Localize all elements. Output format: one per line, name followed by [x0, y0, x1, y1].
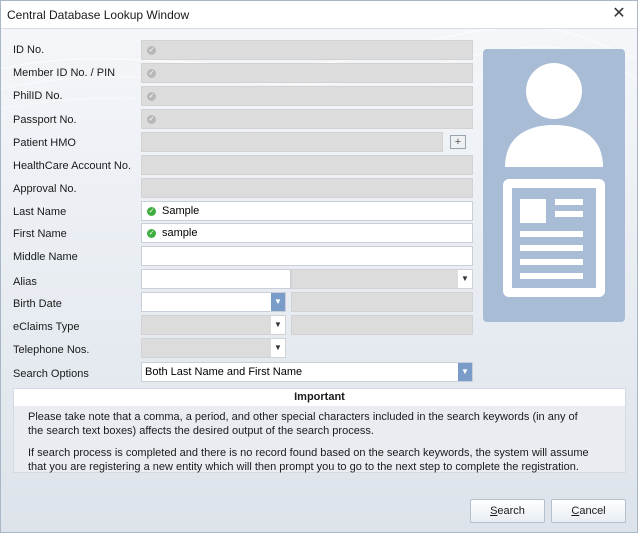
- age-field: [291, 292, 473, 312]
- middle-name-field[interactable]: [141, 246, 473, 266]
- alias-field[interactable]: [141, 269, 291, 289]
- close-icon[interactable]: ✕: [607, 4, 631, 24]
- chevron-down-icon[interactable]: ▼: [458, 363, 472, 381]
- id-no-label: ID No.: [13, 44, 45, 56]
- alias-label: Alias: [13, 276, 37, 288]
- important-notice: Important Please take note that a comma,…: [13, 388, 626, 473]
- chevron-down-icon[interactable]: ▼: [271, 339, 285, 357]
- patient-hmo-label: Patient HMO: [13, 137, 76, 149]
- first-name-label: First Name: [13, 228, 67, 240]
- approval-no-label: Approval No.: [13, 183, 77, 195]
- telephone-dropdown[interactable]: ▼: [141, 338, 286, 358]
- last-name-label: Last Name: [13, 206, 67, 218]
- add-hmo-button[interactable]: +: [450, 135, 466, 149]
- notice-para2-line1: If search process is completed and there…: [28, 447, 589, 459]
- cancel-button[interactable]: Cancel: [551, 499, 626, 523]
- window-title: Central Database Lookup Window: [7, 8, 190, 22]
- last-name-field[interactable]: ✓ Sample: [141, 201, 473, 221]
- first-name-field[interactable]: ✓ sample: [141, 223, 473, 243]
- eclaims-type-label: eClaims Type: [13, 321, 80, 333]
- healthcare-account-label: HealthCare Account No.: [13, 160, 132, 172]
- middle-name-label: Middle Name: [13, 251, 78, 263]
- valid-check-icon: ✓: [147, 229, 156, 238]
- eclaims-extra-field: [291, 315, 473, 335]
- telephone-label: Telephone Nos.: [13, 344, 90, 356]
- search-options-dropdown[interactable]: Both Last Name and First Name ▼: [141, 362, 473, 382]
- person-id-card-icon: [483, 49, 625, 322]
- search-options-label: Search Options: [13, 368, 89, 380]
- plus-icon: +: [454, 136, 462, 148]
- notice-para1-line2: the search text boxes) affects the desir…: [28, 425, 374, 437]
- alias-type-dropdown[interactable]: ▼: [291, 269, 473, 289]
- notice-para1-line1: Please take note that a comma, a period,…: [28, 411, 578, 423]
- notice-para2-line2: that you are registering a new entity wh…: [28, 461, 579, 473]
- philid-label: PhilID No.: [13, 90, 63, 102]
- chevron-down-icon[interactable]: ▼: [271, 293, 285, 311]
- check-icon: ✓: [147, 69, 156, 78]
- birth-date-label: Birth Date: [13, 298, 62, 310]
- lookup-window: Central Database Lookup Window ✕ ID No. …: [0, 0, 638, 533]
- eclaims-type-dropdown[interactable]: ▼: [141, 315, 286, 335]
- member-id-field[interactable]: ✓: [141, 63, 473, 83]
- search-button[interactable]: Search: [470, 499, 545, 523]
- approval-no-field[interactable]: [141, 178, 473, 198]
- passport-field[interactable]: ✓: [141, 109, 473, 129]
- check-icon: ✓: [147, 46, 156, 55]
- chevron-down-icon[interactable]: ▼: [458, 270, 472, 288]
- passport-label: Passport No.: [13, 114, 77, 126]
- dialog-body: ID No. ✓ Member ID No. / PIN ✓ PhilID No…: [1, 29, 637, 532]
- title-bar: Central Database Lookup Window ✕: [1, 1, 637, 29]
- philid-field[interactable]: ✓: [141, 86, 473, 106]
- healthcare-account-field[interactable]: [141, 155, 473, 175]
- check-icon: ✓: [147, 115, 156, 124]
- patient-hmo-field[interactable]: [141, 132, 443, 152]
- check-icon: ✓: [147, 92, 156, 101]
- member-id-label: Member ID No. / PIN: [13, 67, 116, 79]
- valid-check-icon: ✓: [147, 207, 156, 216]
- important-heading: Important: [14, 389, 625, 406]
- chevron-down-icon[interactable]: ▼: [271, 316, 285, 334]
- birth-date-picker[interactable]: ▼: [141, 292, 286, 312]
- id-no-field[interactable]: ✓: [141, 40, 473, 60]
